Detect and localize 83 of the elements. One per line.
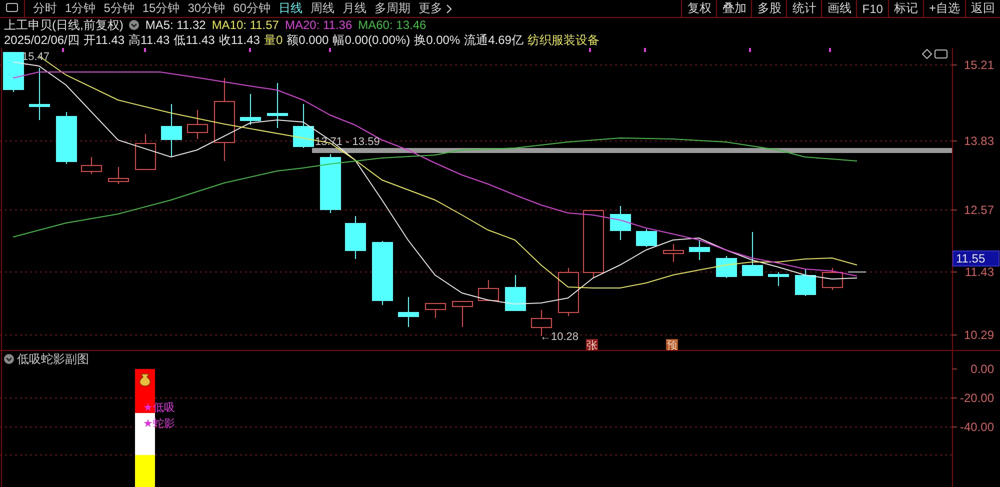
candlestick	[452, 300, 473, 328]
candlestick	[81, 156, 102, 174]
quote-detail: 开11.43	[83, 32, 125, 48]
dropdown-icon[interactable]	[4, 354, 14, 364]
event-tick	[329, 48, 331, 52]
moving-average-value: MA60: 13.46	[358, 18, 426, 32]
quote-detail: 额0.000	[286, 32, 329, 48]
candlestick	[267, 82, 288, 128]
candlestick	[822, 268, 843, 290]
period-tab[interactable]: 15分钟	[138, 0, 184, 17]
candlestick	[108, 166, 129, 184]
event-tick	[62, 48, 64, 52]
moving-average-value: MA10: 11.57	[212, 18, 279, 32]
candlestick	[636, 228, 657, 248]
axis-label: 0.00	[970, 362, 994, 376]
candlestick	[3, 52, 24, 92]
period-tab[interactable]: 多周期	[370, 0, 414, 17]
candlestick	[161, 104, 182, 158]
period-tab[interactable]: 分时	[29, 0, 61, 17]
candlestick	[795, 268, 816, 296]
candlestick	[610, 206, 631, 240]
quote-detail: 收11.43	[218, 32, 260, 48]
period-tab[interactable]: 月线	[338, 0, 370, 17]
axis-label: 12.57	[964, 203, 994, 217]
candlestick	[425, 302, 446, 318]
axis-label: -40.00	[960, 420, 994, 434]
panel-toggle-icon[interactable]	[934, 50, 948, 58]
quote-detail: 幅0.00(0.00%)	[332, 32, 410, 48]
money-bag-icon	[139, 374, 151, 386]
event-tick	[829, 48, 831, 52]
quote-detail: 高11.43	[128, 32, 170, 48]
event-tick	[144, 48, 146, 52]
axis-label: 13.83	[964, 134, 994, 148]
event-tick	[644, 48, 646, 52]
axis-label: 15.21	[964, 58, 994, 72]
candlestick	[56, 112, 77, 164]
price-annotation: ←10.28	[540, 331, 579, 343]
event-tick	[589, 48, 591, 52]
quote-detail: 纺织服装设备	[527, 32, 600, 48]
dropdown-icon[interactable]	[129, 20, 140, 30]
axis-label: 10.29	[964, 328, 994, 342]
quote-detail: 流通4.69亿	[464, 32, 524, 48]
period-tab[interactable]: 5分钟	[100, 0, 138, 17]
quote-detail: 低11.43	[174, 32, 215, 48]
candlestick	[240, 94, 261, 126]
period-tab[interactable]: 30分钟	[184, 0, 230, 17]
axis-label: 11.43	[964, 265, 994, 279]
stock-title: 上工申贝(日线,前复权)	[4, 16, 124, 34]
quote-detail: 量0	[264, 32, 283, 48]
diamond-icon[interactable]	[922, 50, 932, 58]
candlestick	[293, 104, 314, 148]
quote-detail: 换0.00%	[414, 32, 460, 48]
candlestick	[689, 240, 710, 260]
candlestick	[558, 268, 579, 316]
candlestick	[716, 256, 737, 278]
current-price-tag: 11.55	[952, 250, 1000, 266]
candlestick	[505, 274, 526, 312]
candlestick	[372, 240, 393, 306]
moving-average-value: MA5: 11.32	[145, 18, 206, 32]
candlestick	[478, 280, 499, 301]
period-tab[interactable]: 60分钟	[229, 0, 274, 17]
period-tab[interactable]: 更多	[414, 0, 458, 17]
chevron-right-icon	[445, 4, 454, 14]
event-tick	[749, 48, 751, 52]
period-tab[interactable]: 1分钟	[61, 0, 100, 17]
panel-title: 低吸蛇影副图	[17, 352, 89, 366]
period-tab[interactable]: 日线	[274, 0, 306, 17]
moving-average-value: MA20: 11.36	[284, 18, 352, 32]
candlestick	[187, 110, 208, 140]
axis-label: -20.00	[960, 391, 994, 405]
candlestick	[135, 134, 156, 170]
panel-toggle-icon[interactable]	[6, 3, 18, 12]
candlestick	[345, 216, 366, 260]
candlestick	[320, 154, 341, 214]
event-tick	[249, 48, 251, 52]
candlestick	[742, 232, 763, 276]
quote-detail: 2025/02/06/四	[4, 32, 80, 48]
candlestick	[663, 244, 684, 262]
period-tab[interactable]: 周线	[306, 0, 338, 17]
candlestick	[583, 210, 604, 278]
candlestick	[29, 68, 50, 120]
candlestick	[398, 296, 419, 328]
candlestick	[768, 272, 789, 286]
